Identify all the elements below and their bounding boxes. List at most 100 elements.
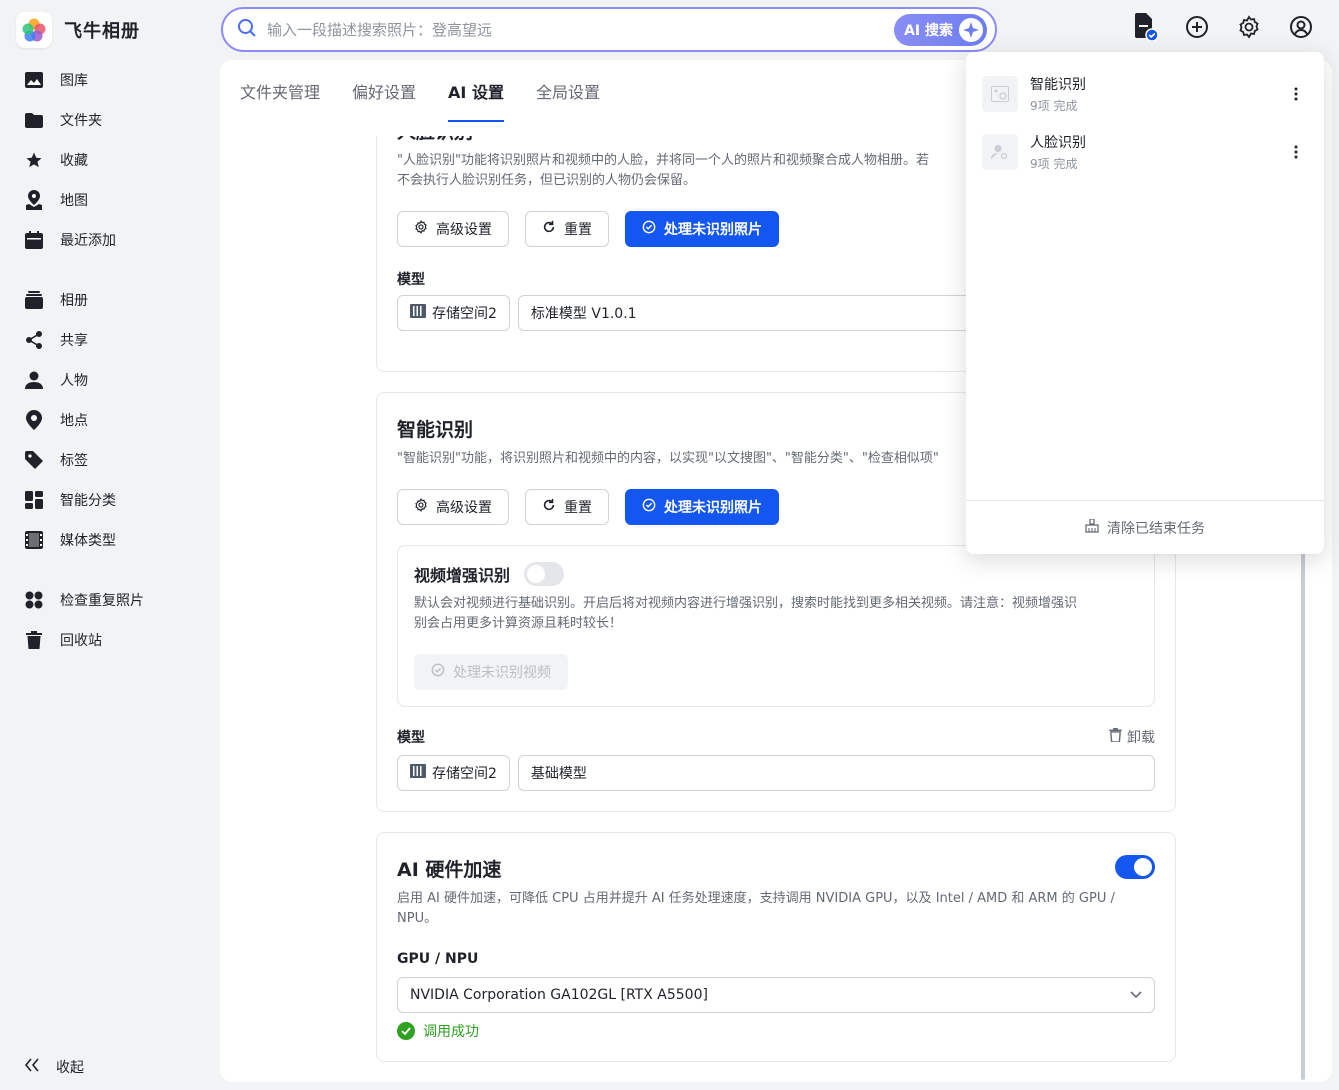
sidebar-item-share[interactable]: 共享 xyxy=(0,320,210,360)
search-input[interactable] xyxy=(267,20,895,39)
task-name: 智能识别 xyxy=(1030,77,1086,93)
sidebar-item-label: 回收站 xyxy=(60,633,102,649)
plus-circle-icon xyxy=(1185,15,1209,43)
tab-global-settings[interactable]: 全局设置 xyxy=(536,60,600,122)
sidebar-item-recent[interactable]: 最近添加 xyxy=(0,220,210,260)
sidebar-item-favorites[interactable]: 收藏 xyxy=(0,140,210,180)
scrollbar[interactable] xyxy=(1301,550,1305,1080)
ai-search-button[interactable]: AI 搜索 xyxy=(894,13,987,46)
task-item[interactable]: 智能识别 9项 完成 xyxy=(982,74,1312,114)
trash-icon xyxy=(24,630,44,650)
sidebar-item-label: 最近添加 xyxy=(60,233,116,249)
video-enhance-section: 视频增强识别 默认会对视频进行基础识别。开启后将对视频内容进行增强识别，搜索时能… xyxy=(397,545,1155,707)
user-circle-icon xyxy=(1289,15,1313,43)
button-label: 重置 xyxy=(564,222,592,238)
task-list-button[interactable] xyxy=(1130,13,1160,44)
album-icon xyxy=(24,290,44,310)
location-pin-icon xyxy=(24,410,44,430)
app-logo-icon xyxy=(16,12,52,48)
face-actions: 高级设置 重置 处理未识别照片 xyxy=(397,211,779,247)
app-name: 飞牛相册 xyxy=(64,21,140,42)
gear-icon xyxy=(1237,15,1261,43)
button-label: 处理未识别照片 xyxy=(664,500,762,516)
reset-button[interactable]: 重置 xyxy=(525,211,609,247)
sidebar-item-media-type[interactable]: 媒体类型 xyxy=(0,520,210,560)
hardware-acceleration-toggle[interactable] xyxy=(1115,855,1155,879)
video-enhance-toggle[interactable] xyxy=(524,562,565,586)
button-label: 处理未识别照片 xyxy=(664,222,762,238)
add-button[interactable] xyxy=(1182,14,1212,44)
uninstall-button[interactable]: 卸载 xyxy=(1109,727,1155,747)
sidebar-item-trash[interactable]: 回收站 xyxy=(0,620,210,660)
sidebar-item-smart-category[interactable]: 智能分类 xyxy=(0,480,210,520)
grid-icon xyxy=(24,490,44,510)
video-enhance-header: 视频增强识别 xyxy=(414,562,1138,586)
duplicate-icon xyxy=(24,590,44,610)
refresh-icon xyxy=(542,498,556,516)
search-bar: AI 搜索 xyxy=(221,7,997,52)
folder-icon xyxy=(24,110,44,130)
model-label: 模型 xyxy=(397,730,425,746)
storage-volume: 存储空间2 xyxy=(397,755,510,791)
process-unrecognized-video-button[interactable]: 处理未识别视频 xyxy=(414,654,568,690)
tab-preferences[interactable]: 偏好设置 xyxy=(352,60,416,122)
sidebar-item-label: 图库 xyxy=(60,73,88,89)
sidebar-nav: 图库 文件夹 收藏 地图 最近添加 相册 共享 人物 地点 标签 智能分类 媒体… xyxy=(0,60,210,660)
process-unrecognized-button[interactable]: 处理未识别照片 xyxy=(625,211,779,247)
sidebar-item-duplicates[interactable]: 检查重复照片 xyxy=(0,580,210,620)
refresh-icon xyxy=(542,220,556,238)
advanced-settings-button[interactable]: 高级设置 xyxy=(397,489,509,525)
more-vertical-icon[interactable] xyxy=(1286,142,1306,162)
model-name: 基础模型 xyxy=(517,755,1155,791)
gpu-select[interactable]: NVIDIA Corporation GA102GL [RTX A5500] xyxy=(397,977,1155,1013)
desc-line: NPU。 xyxy=(397,911,438,926)
task-popover: 智能识别 9项 完成 人脸识别 9项 完成 清除已结束任务 xyxy=(966,52,1324,554)
uninstall-label: 卸载 xyxy=(1127,730,1155,746)
star-icon xyxy=(24,150,44,170)
more-vertical-icon[interactable] xyxy=(1286,84,1306,104)
storage-volume: 存储空间2 xyxy=(397,295,510,331)
storage-icon xyxy=(410,764,426,782)
sparkle-icon xyxy=(959,17,983,42)
sidebar-item-albums[interactable]: 相册 xyxy=(0,280,210,320)
sidebar-item-label: 标签 xyxy=(60,453,88,469)
sidebar-item-tags[interactable]: 标签 xyxy=(0,440,210,480)
reset-button[interactable]: 重置 xyxy=(525,489,609,525)
collapse-label: 收起 xyxy=(56,1060,84,1076)
sidebar-item-gallery[interactable]: 图库 xyxy=(0,60,210,100)
clear-finished-tasks-button[interactable]: 清除已结束任务 xyxy=(966,500,1324,554)
sidebar-item-places[interactable]: 地点 xyxy=(0,400,210,440)
sidebar-item-folder[interactable]: 文件夹 xyxy=(0,100,210,140)
sidebar-collapse-button[interactable]: 收起 xyxy=(24,1057,84,1077)
video-enhance-title: 视频增强识别 xyxy=(414,566,511,585)
card-description: 启用 AI 硬件加速，可降低 CPU 占用并提升 AI 任务处理速度，支持调用 … xyxy=(397,889,1157,929)
image-search-icon xyxy=(982,76,1018,112)
advanced-settings-button[interactable]: 高级设置 xyxy=(397,211,509,247)
sidebar-item-people[interactable]: 人物 xyxy=(0,360,210,400)
sidebar-item-label: 相册 xyxy=(60,293,88,309)
sidebar-item-label: 智能分类 xyxy=(60,493,116,509)
share-icon xyxy=(24,330,44,350)
desc-line: 别会占用更多计算资源且耗时较长！ xyxy=(414,616,623,631)
tab-ai-settings[interactable]: AI 设置 xyxy=(448,60,504,122)
sidebar-item-label: 媒体类型 xyxy=(60,533,116,549)
account-button[interactable] xyxy=(1286,14,1316,44)
settings-tabs: 文件夹管理 偏好设置 AI 设置 全局设置 xyxy=(240,60,600,122)
person-icon xyxy=(24,370,44,390)
gear-icon xyxy=(414,220,428,238)
sidebar-item-label: 人物 xyxy=(60,373,88,389)
card-title: 智能识别 xyxy=(397,419,474,441)
task-status: 9项 完成 xyxy=(1030,157,1078,171)
broom-icon xyxy=(1085,517,1099,537)
task-item[interactable]: 人脸识别 9项 完成 xyxy=(982,132,1312,172)
check-circle-icon xyxy=(642,220,656,238)
settings-button[interactable] xyxy=(1234,14,1264,44)
desc-line: 默认会对视频进行基础识别。开启后将对视频内容进行增强识别，搜索时能找到更多相关视… xyxy=(414,596,1078,611)
search-icon xyxy=(237,18,257,42)
model-label: 模型 xyxy=(397,272,425,288)
process-unrecognized-button[interactable]: 处理未识别照片 xyxy=(625,489,779,525)
sidebar-item-label: 检查重复照片 xyxy=(60,593,144,609)
storage-name: 存储空间2 xyxy=(432,306,497,322)
sidebar-item-map[interactable]: 地图 xyxy=(0,180,210,220)
tab-folder-management[interactable]: 文件夹管理 xyxy=(240,60,320,122)
